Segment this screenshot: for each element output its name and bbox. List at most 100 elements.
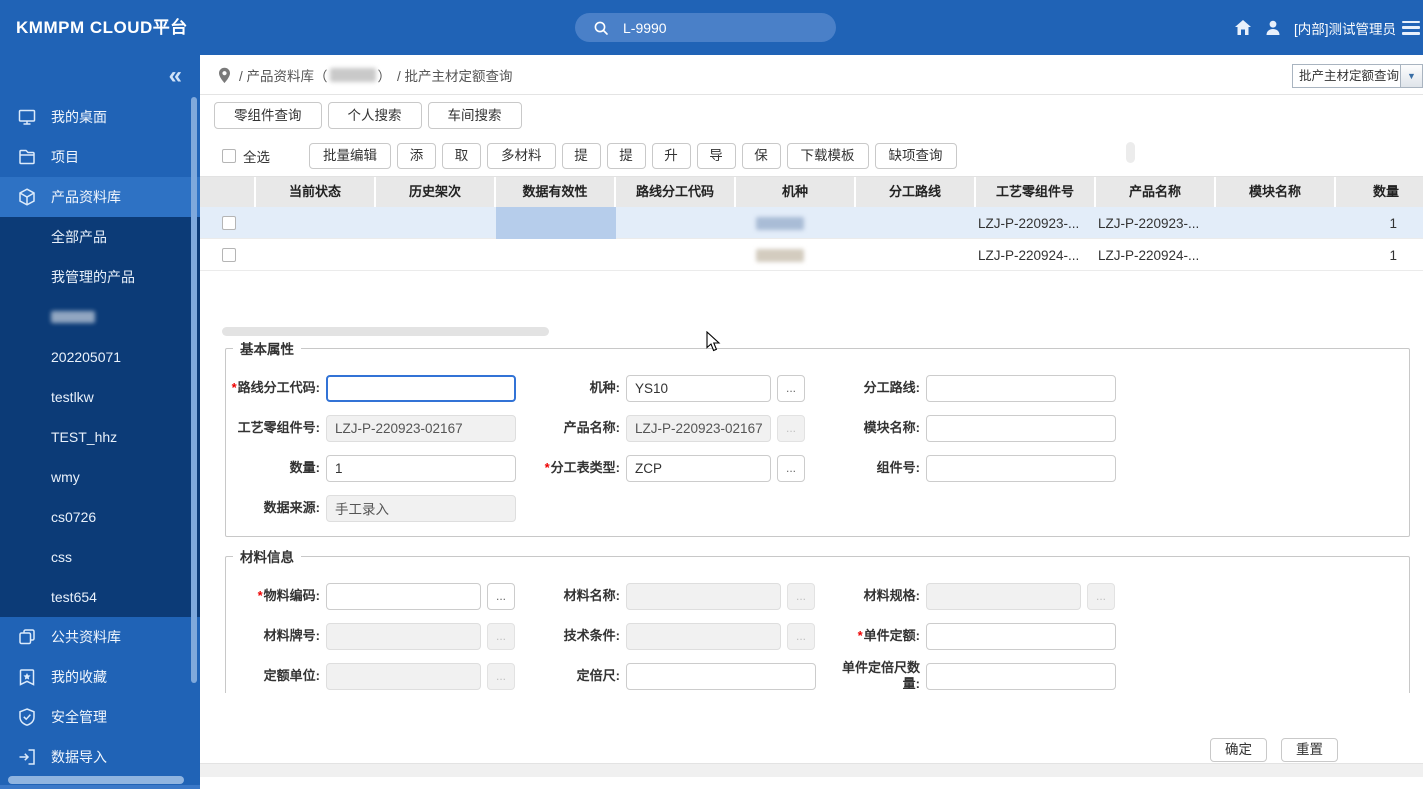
- global-search[interactable]: [575, 13, 836, 42]
- route-input[interactable]: [926, 375, 1116, 402]
- col-route-code[interactable]: 路线分工代码: [616, 177, 736, 207]
- machine-type-input[interactable]: [626, 375, 771, 402]
- missing-item-query-button[interactable]: 缺项查询: [875, 143, 957, 169]
- add-button[interactable]: 添: [397, 143, 436, 169]
- sidebar-item-my-managed-products[interactable]: 我管理的产品: [0, 257, 200, 297]
- sidebar-item-product-library[interactable]: 产品资料库: [0, 177, 200, 217]
- field-fixed-length: 定倍尺:: [526, 663, 826, 690]
- material-code-input[interactable]: [326, 583, 481, 610]
- download-template-button[interactable]: 下载模板: [787, 143, 869, 169]
- field-fixed-length-qty: 单件定倍尺数量:: [826, 660, 1126, 692]
- sidebar-item-projects[interactable]: 项目: [0, 137, 200, 177]
- sidebar-item-test654[interactable]: test654: [0, 577, 200, 617]
- module-name-input[interactable]: [926, 415, 1116, 442]
- menu-button[interactable]: [1402, 21, 1420, 35]
- search-input[interactable]: [623, 20, 803, 36]
- sidebar-item-testlkw[interactable]: testlkw: [0, 377, 200, 417]
- workshop-search-button[interactable]: 车间搜索: [428, 102, 522, 129]
- tech-condition-input: [626, 623, 781, 650]
- selected-cell[interactable]: [496, 207, 616, 239]
- sidebar-vertical-scrollbar[interactable]: [191, 97, 197, 683]
- row-checkbox[interactable]: [222, 248, 236, 262]
- reset-button[interactable]: 重置: [1281, 738, 1338, 762]
- col-route[interactable]: 分工路线: [856, 177, 976, 207]
- sidebar-item-label: 项目: [51, 147, 79, 167]
- select-all-checkbox[interactable]: [222, 149, 236, 163]
- redacted-text: [51, 311, 95, 323]
- submit-button-1[interactable]: 提: [562, 143, 601, 169]
- confirm-button[interactable]: 确定: [1210, 738, 1267, 762]
- field-material-code: *物料编码: ...: [226, 583, 526, 610]
- chevron-down-icon[interactable]: ▼: [1400, 65, 1422, 87]
- machine-type-lookup-button[interactable]: ...: [777, 375, 805, 402]
- col-checkbox: [200, 177, 256, 207]
- sidebar-item-security[interactable]: 安全管理: [0, 697, 200, 737]
- table-row[interactable]: LZJ-P-220924-... LZJ-P-220924-... 1: [200, 239, 1423, 271]
- take-button[interactable]: 取: [442, 143, 481, 169]
- page-select-dropdown[interactable]: 批产主材定额查询 ▼: [1292, 64, 1423, 88]
- sidebar: « 我的桌面 项目 产品资料库 全部产品: [0, 55, 200, 789]
- route-code-input[interactable]: [326, 375, 516, 402]
- mini-vertical-scrollbar[interactable]: [1126, 142, 1135, 163]
- horizontal-scrollbar[interactable]: [222, 327, 549, 336]
- cell-product-name: LZJ-P-220923-...: [1096, 207, 1216, 239]
- personal-search-button[interactable]: 个人搜索: [328, 102, 422, 129]
- submit-button-2[interactable]: 提: [607, 143, 646, 169]
- fixed-length-qty-input[interactable]: [926, 663, 1116, 690]
- table-type-lookup-button[interactable]: ...: [777, 455, 805, 482]
- table-row[interactable]: LZJ-P-220923-... LZJ-P-220923-... 1: [200, 207, 1423, 239]
- field-route: 分工路线:: [826, 375, 1126, 402]
- header-right: [内部]测试管理员: [1230, 0, 1423, 55]
- quota-unit-input: [326, 663, 481, 690]
- sidebar-item-public-library[interactable]: 公共资料库: [0, 617, 200, 657]
- user-button[interactable]: [1260, 15, 1286, 41]
- tech-condition-lookup-button: ...: [787, 623, 815, 650]
- material-code-lookup-button[interactable]: ...: [487, 583, 515, 610]
- field-table-type: *分工表类型: ...: [526, 455, 826, 482]
- table-type-input[interactable]: [626, 455, 771, 482]
- row-checkbox[interactable]: [222, 216, 236, 230]
- sidebar-item-redacted[interactable]: [0, 297, 200, 337]
- breadcrumb-segment[interactable]: / 产品资料库（: [239, 65, 328, 85]
- fixed-length-input[interactable]: [626, 663, 816, 690]
- sidebar-item-css[interactable]: css: [0, 537, 200, 577]
- sidebar-horizontal-scrollbar[interactable]: [8, 776, 184, 784]
- sidebar-item-202205071[interactable]: 202205071: [0, 337, 200, 377]
- batch-edit-button[interactable]: 批量编辑: [309, 143, 391, 169]
- part-query-button[interactable]: 零组件查询: [214, 102, 322, 129]
- sidebar-item-test-hhz[interactable]: TEST_hhz: [0, 417, 200, 457]
- export-button[interactable]: 导: [697, 143, 736, 169]
- toolbar-buttons: 批量编辑 添 取 多材料 提 提 升 导 保 下载模板 缺项查询: [309, 143, 957, 169]
- cell-part-no: LZJ-P-220924-...: [976, 239, 1096, 271]
- bookmark-star-icon: [17, 667, 37, 687]
- sidebar-item-data-import[interactable]: 数据导入: [0, 737, 200, 777]
- field-material-name: 材料名称: ...: [526, 583, 826, 610]
- col-machine-type[interactable]: 机种: [736, 177, 856, 207]
- material-info-group: 材料信息 *物料编码: ... 材料名称: ...: [225, 546, 1410, 693]
- sidebar-item-all-products[interactable]: 全部产品: [0, 217, 200, 257]
- col-product-name[interactable]: 产品名称: [1096, 177, 1216, 207]
- cell-product-name: LZJ-P-220924-...: [1096, 239, 1216, 271]
- material-brand-lookup-button: ...: [487, 623, 515, 650]
- save-button[interactable]: 保: [742, 143, 781, 169]
- sidebar-item-label: 202205071: [51, 349, 121, 365]
- col-current-status[interactable]: 当前状态: [256, 177, 376, 207]
- sidebar-collapse-button[interactable]: «: [169, 63, 182, 89]
- col-data-validity[interactable]: 数据有效性: [496, 177, 616, 207]
- col-part-no[interactable]: 工艺零组件号: [976, 177, 1096, 207]
- comp-no-input[interactable]: [926, 455, 1116, 482]
- qty-input[interactable]: [326, 455, 516, 482]
- sidebar-item-label: testlkw: [51, 389, 94, 405]
- sidebar-item-wmy[interactable]: wmy: [0, 457, 200, 497]
- upgrade-button[interactable]: 升: [652, 143, 691, 169]
- col-module-name[interactable]: 模块名称: [1216, 177, 1336, 207]
- col-qty[interactable]: 数量: [1336, 177, 1423, 207]
- sidebar-item-favorites[interactable]: 我的收藏: [0, 657, 200, 697]
- field-comp-no: 组件号:: [826, 455, 1126, 482]
- multi-material-button[interactable]: 多材料: [487, 143, 556, 169]
- sidebar-item-cs0726[interactable]: cs0726: [0, 497, 200, 537]
- sidebar-item-my-desktop[interactable]: 我的桌面: [0, 97, 200, 137]
- home-button[interactable]: [1230, 15, 1256, 41]
- unit-quota-input[interactable]: [926, 623, 1116, 650]
- col-history-batch[interactable]: 历史架次: [376, 177, 496, 207]
